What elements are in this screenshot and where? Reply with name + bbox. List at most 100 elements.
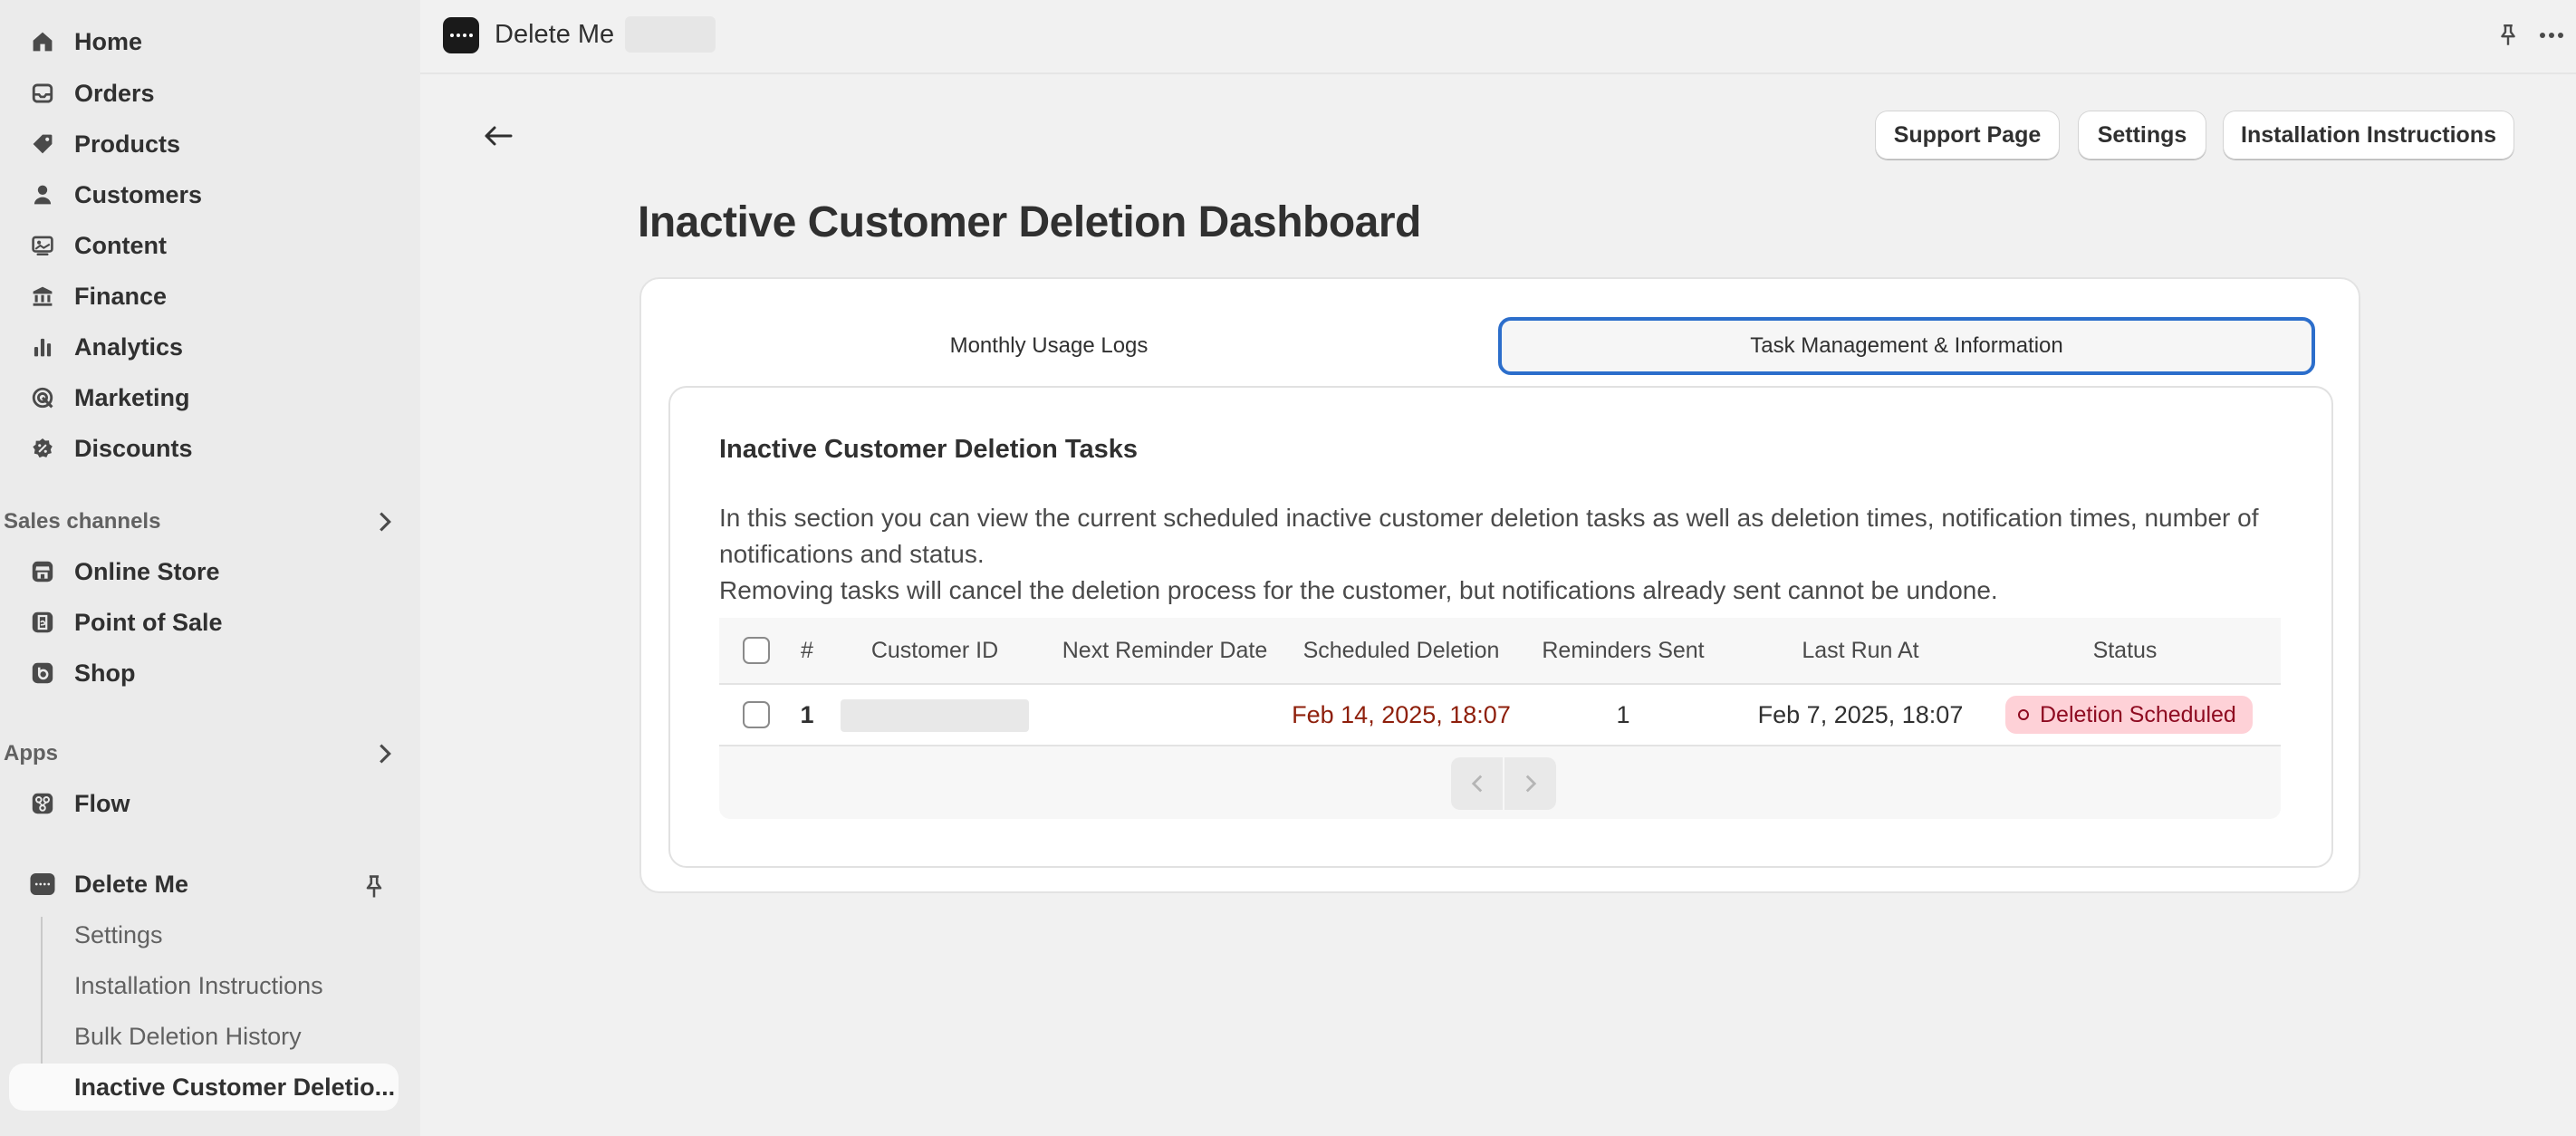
sidebar-subitem-bulk-deletion-history[interactable]: Bulk Deletion History bbox=[9, 1013, 399, 1060]
sidebar-item-orders[interactable]: Orders bbox=[9, 70, 399, 117]
chevron-left-icon bbox=[1471, 775, 1482, 793]
bank-icon bbox=[29, 283, 56, 310]
status-badge: Deletion Scheduled bbox=[2005, 696, 2253, 734]
column-header-next-reminder[interactable]: Next Reminder Date bbox=[1047, 618, 1283, 683]
sidebar-item-label: Discounts bbox=[74, 434, 193, 462]
select-all-checkbox[interactable] bbox=[743, 637, 770, 664]
reminders-sent-cell: 1 bbox=[1616, 700, 1630, 728]
sidebar-item-label: Analytics bbox=[74, 332, 184, 361]
chevron-right-icon[interactable] bbox=[371, 508, 399, 535]
tag-icon bbox=[29, 130, 56, 158]
sidebar-subitem-settings[interactable]: Settings bbox=[9, 911, 399, 958]
next-page-button[interactable] bbox=[1504, 757, 1556, 810]
sidebar-item-point-of-sale[interactable]: Point of Sale bbox=[9, 599, 399, 646]
sidebar-item-label: Installation Instructions bbox=[74, 971, 323, 999]
section-title: Inactive Customer Deletion Tasks bbox=[719, 435, 1139, 464]
discount-icon bbox=[29, 435, 56, 462]
description-line-2: Removing tasks will cancel the deletion … bbox=[719, 576, 1998, 604]
settings-button[interactable]: Settings bbox=[2078, 111, 2206, 159]
installation-instructions-button[interactable]: Installation Instructions bbox=[2223, 111, 2514, 159]
sales-channels-header[interactable]: Sales channels bbox=[4, 504, 399, 540]
tasks-table: # Customer ID Next Reminder Date Schedul… bbox=[719, 618, 2281, 819]
sidebar-item-label: Marketing bbox=[74, 383, 190, 411]
next-reminder-cell bbox=[1047, 685, 1283, 745]
redacted-region bbox=[625, 16, 716, 53]
sidebar-item-label: Customers bbox=[74, 180, 203, 208]
sidebar-item-products[interactable]: Products bbox=[9, 120, 399, 168]
pagination bbox=[1451, 757, 1556, 810]
scheduled-deletion-cell: Feb 14, 2025, 18:07 bbox=[1292, 700, 1511, 728]
sidebar-subitem-installation-instructions[interactable]: Installation Instructions bbox=[9, 962, 399, 1009]
column-header-last-run[interactable]: Last Run At bbox=[1725, 618, 1996, 683]
sidebar-item-finance[interactable]: Finance bbox=[9, 273, 399, 320]
inbox-icon bbox=[29, 80, 56, 107]
chevron-right-icon[interactable] bbox=[371, 740, 399, 767]
pin-icon[interactable] bbox=[2493, 20, 2523, 51]
sidebar-item-online-store[interactable]: Online Store bbox=[9, 548, 399, 595]
sidebar-item-label: Content bbox=[74, 231, 167, 259]
bar-chart-icon bbox=[29, 333, 56, 361]
sidebar-item-label: Settings bbox=[74, 920, 163, 948]
sidebar-subitem-inactive-customer-deletion[interactable]: Inactive Customer Deletio... bbox=[9, 1064, 399, 1111]
pos-icon bbox=[29, 609, 56, 636]
sidebar-item-label: Delete Me bbox=[74, 870, 189, 898]
sidebar-item-label: Home bbox=[74, 27, 143, 55]
status-dot-icon bbox=[2018, 709, 2029, 720]
table-header: # Customer ID Next Reminder Date Schedul… bbox=[719, 618, 2281, 685]
description-line-1: In this section you can view the current… bbox=[719, 504, 2259, 568]
target-icon bbox=[29, 384, 56, 411]
support-page-button[interactable]: Support Page bbox=[1875, 111, 2060, 159]
tab-monthly-usage-logs[interactable]: Monthly Usage Logs bbox=[663, 317, 1435, 375]
row-checkbox[interactable] bbox=[743, 701, 770, 728]
person-icon bbox=[29, 181, 56, 208]
column-header-customer-id[interactable]: Customer ID bbox=[841, 618, 1029, 683]
column-header-scheduled-deletion[interactable]: Scheduled Deletion bbox=[1283, 618, 1520, 683]
more-options-icon[interactable] bbox=[2536, 20, 2567, 51]
app-title: Delete Me bbox=[495, 20, 615, 49]
column-header-index: # bbox=[801, 637, 813, 663]
sidebar: Home Orders Products Customers Content F… bbox=[0, 0, 420, 1136]
sidebar-item-analytics[interactable]: Analytics bbox=[9, 323, 399, 371]
sidebar-item-shop[interactable]: Shop bbox=[9, 650, 399, 697]
last-run-cell: Feb 7, 2025, 18:07 bbox=[1757, 700, 1964, 728]
sidebar-item-label: Point of Sale bbox=[74, 608, 223, 636]
app-topbar: Delete Me bbox=[420, 0, 2576, 74]
image-icon bbox=[29, 232, 56, 259]
sidebar-item-delete-me[interactable]: Delete Me bbox=[9, 861, 399, 908]
chevron-right-icon bbox=[1525, 775, 1536, 793]
previous-page-button[interactable] bbox=[1451, 757, 1503, 810]
sidebar-item-customers[interactable]: Customers bbox=[9, 171, 399, 218]
sidebar-item-content[interactable]: Content bbox=[9, 222, 399, 269]
sidebar-item-discounts[interactable]: Discounts bbox=[9, 425, 399, 472]
pin-icon[interactable] bbox=[359, 871, 389, 902]
sidebar-item-label: Shop bbox=[74, 659, 136, 687]
sidebar-item-label: Bulk Deletion History bbox=[74, 1022, 302, 1050]
home-icon bbox=[29, 28, 56, 55]
table-row[interactable]: 1 Feb 14, 2025, 18:07 1 Feb 7, 2025, 18:… bbox=[719, 685, 2281, 746]
page-title: Inactive Customer Deletion Dashboard bbox=[638, 198, 1421, 246]
flow-icon bbox=[29, 790, 56, 817]
sidebar-item-label: Products bbox=[74, 130, 181, 158]
tasks-panel: Inactive Customer Deletion Tasks In this… bbox=[668, 386, 2333, 868]
column-header-status[interactable]: Status bbox=[1996, 618, 2254, 683]
sidebar-item-flow[interactable]: Flow bbox=[9, 780, 399, 827]
customer-id-redacted bbox=[841, 699, 1029, 732]
row-index: 1 bbox=[800, 700, 814, 728]
sales-channels-heading: Sales channels bbox=[4, 509, 161, 534]
sidebar-item-label: Inactive Customer Deletio... bbox=[74, 1073, 396, 1101]
column-header-reminders-sent[interactable]: Reminders Sent bbox=[1533, 618, 1714, 683]
apps-header[interactable]: Apps bbox=[4, 736, 399, 772]
app-dots-icon bbox=[29, 871, 56, 898]
sidebar-item-label: Online Store bbox=[74, 557, 220, 585]
back-arrow-icon[interactable] bbox=[475, 112, 522, 159]
sidebar-item-home[interactable]: Home bbox=[9, 18, 399, 65]
tab-task-management[interactable]: Task Management & Information bbox=[1498, 317, 2315, 375]
sidebar-item-marketing[interactable]: Marketing bbox=[9, 374, 399, 421]
sidebar-item-label: Finance bbox=[74, 282, 168, 310]
dashboard-card: Monthly Usage Logs Task Management & Inf… bbox=[639, 277, 2360, 893]
shop-icon bbox=[29, 659, 56, 687]
apps-heading: Apps bbox=[4, 741, 58, 765]
app-logo-icon bbox=[443, 17, 479, 53]
store-icon bbox=[29, 558, 56, 585]
table-footer bbox=[719, 746, 2281, 819]
